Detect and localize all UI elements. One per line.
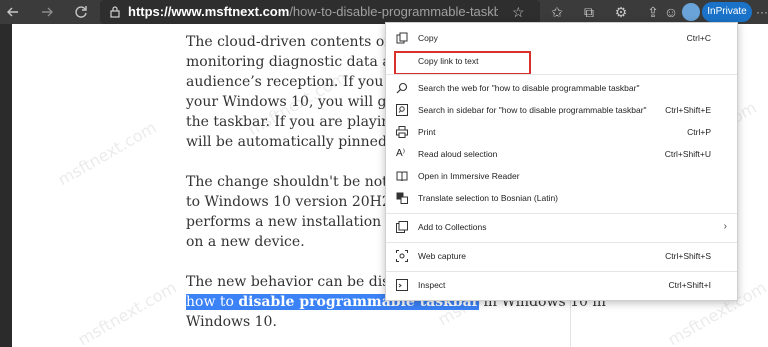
menu-item-web-capture[interactable]: Web capture Ctrl+Shift+S xyxy=(386,245,737,267)
menu-item-translate[interactable]: Translate selection to Bosnian (Latin) xyxy=(386,187,737,209)
back-arrow-icon[interactable] xyxy=(2,0,24,24)
menu-item-search-web[interactable]: Search the web for "how to disable progr… xyxy=(386,77,737,99)
forward-arrow-icon[interactable] xyxy=(36,0,58,24)
menu-item-label: Translate selection to Bosnian (Latin) xyxy=(418,193,559,203)
menu-item-label: Inspect xyxy=(418,280,446,290)
menu-item-inspect[interactable]: Inspect Ctrl+Shift+I xyxy=(386,274,737,296)
watermark: msftnext.com xyxy=(74,277,180,347)
url-host: https://www.msftnext.com xyxy=(128,4,290,19)
menu-separator xyxy=(386,271,737,272)
menu-item-shortcut: Ctrl+Shift+E xyxy=(665,105,711,115)
collections-toolbar-icon[interactable]: ⧉ xyxy=(578,0,600,24)
collections-icon xyxy=(396,221,408,233)
lock-icon[interactable] xyxy=(110,6,120,18)
menu-item-read-aloud[interactable]: A⁾ Read aloud selection Ctrl+Shift+U xyxy=(386,143,737,165)
web-capture-icon xyxy=(396,250,408,262)
chevron-right-icon: › xyxy=(723,221,727,232)
menu-item-copy[interactable]: Copy Ctrl+C xyxy=(386,27,737,49)
text-line: Windows 10. xyxy=(186,314,277,330)
menu-separator xyxy=(386,213,737,214)
menu-separator xyxy=(386,242,737,243)
menu-item-shortcut: Ctrl+P xyxy=(687,127,711,137)
menu-item-label: Copy xyxy=(418,33,438,43)
menu-item-label: Open in Immersive Reader xyxy=(418,171,520,181)
copy-icon xyxy=(396,32,408,44)
favorites-icon[interactable]: ✩ xyxy=(546,0,568,24)
search-icon xyxy=(396,82,408,94)
url-text[interactable]: https://www.msftnext.com/how-to-disable-… xyxy=(128,0,498,24)
profile-avatar[interactable] xyxy=(682,3,700,21)
watermark: msftnext.com xyxy=(54,117,160,190)
print-icon xyxy=(396,126,408,138)
inprivate-badge[interactable]: InPrivate xyxy=(702,2,752,22)
menu-separator xyxy=(386,74,737,75)
immersive-reader-icon xyxy=(396,171,408,182)
address-bar[interactable]: https://www.msftnext.com/how-to-disable-… xyxy=(100,0,540,24)
text-line: on a new device. xyxy=(186,234,305,250)
menu-item-shortcut: Ctrl+Shift+I xyxy=(668,280,711,290)
menu-item-label: Read aloud selection xyxy=(418,149,498,159)
highlight-box xyxy=(394,51,531,75)
menu-item-shortcut: Ctrl+Shift+U xyxy=(664,149,711,159)
text-line: will be automatically pinned. xyxy=(186,134,392,150)
browser-toolbar: https://www.msftnext.com/how-to-disable-… xyxy=(0,0,768,24)
menu-item-search-sidebar[interactable]: Search in sidebar for "how to disable pr… xyxy=(386,99,737,121)
menu-item-label: Search in sidebar for "how to disable pr… xyxy=(418,105,647,115)
more-menu-icon[interactable]: ··· xyxy=(756,0,768,24)
translate-icon xyxy=(396,192,408,204)
menu-item-add-to-collections[interactable]: Add to Collections › xyxy=(386,216,737,238)
extensions-icon[interactable]: ⚙ xyxy=(610,0,632,24)
refresh-icon[interactable] xyxy=(70,0,92,24)
menu-item-print[interactable]: Print Ctrl+P xyxy=(386,121,737,143)
menu-item-label: Add to Collections xyxy=(418,222,487,232)
context-menu: Copy Ctrl+C Copy link to text Search the… xyxy=(385,22,738,301)
menu-item-label: Search the web for "how to disable progr… xyxy=(418,83,640,93)
menu-item-shortcut: Ctrl+Shift+S xyxy=(665,251,711,261)
selected-text-a: how to xyxy=(186,294,239,310)
inspect-icon xyxy=(396,279,408,291)
menu-item-shortcut: Ctrl+C xyxy=(686,33,711,43)
sidebar-search-icon xyxy=(396,104,408,116)
feedback-icon[interactable]: ☺ xyxy=(660,0,682,24)
menu-item-label: Print xyxy=(418,127,436,137)
read-aloud-icon: A⁾ xyxy=(396,148,406,159)
menu-item-label: Web capture xyxy=(418,251,467,261)
favorite-star-icon[interactable]: ☆ xyxy=(512,0,525,24)
menu-item-immersive-reader[interactable]: Open in Immersive Reader xyxy=(386,165,737,187)
url-path: /how-to-disable-programmable-taskbar-i..… xyxy=(289,4,498,19)
